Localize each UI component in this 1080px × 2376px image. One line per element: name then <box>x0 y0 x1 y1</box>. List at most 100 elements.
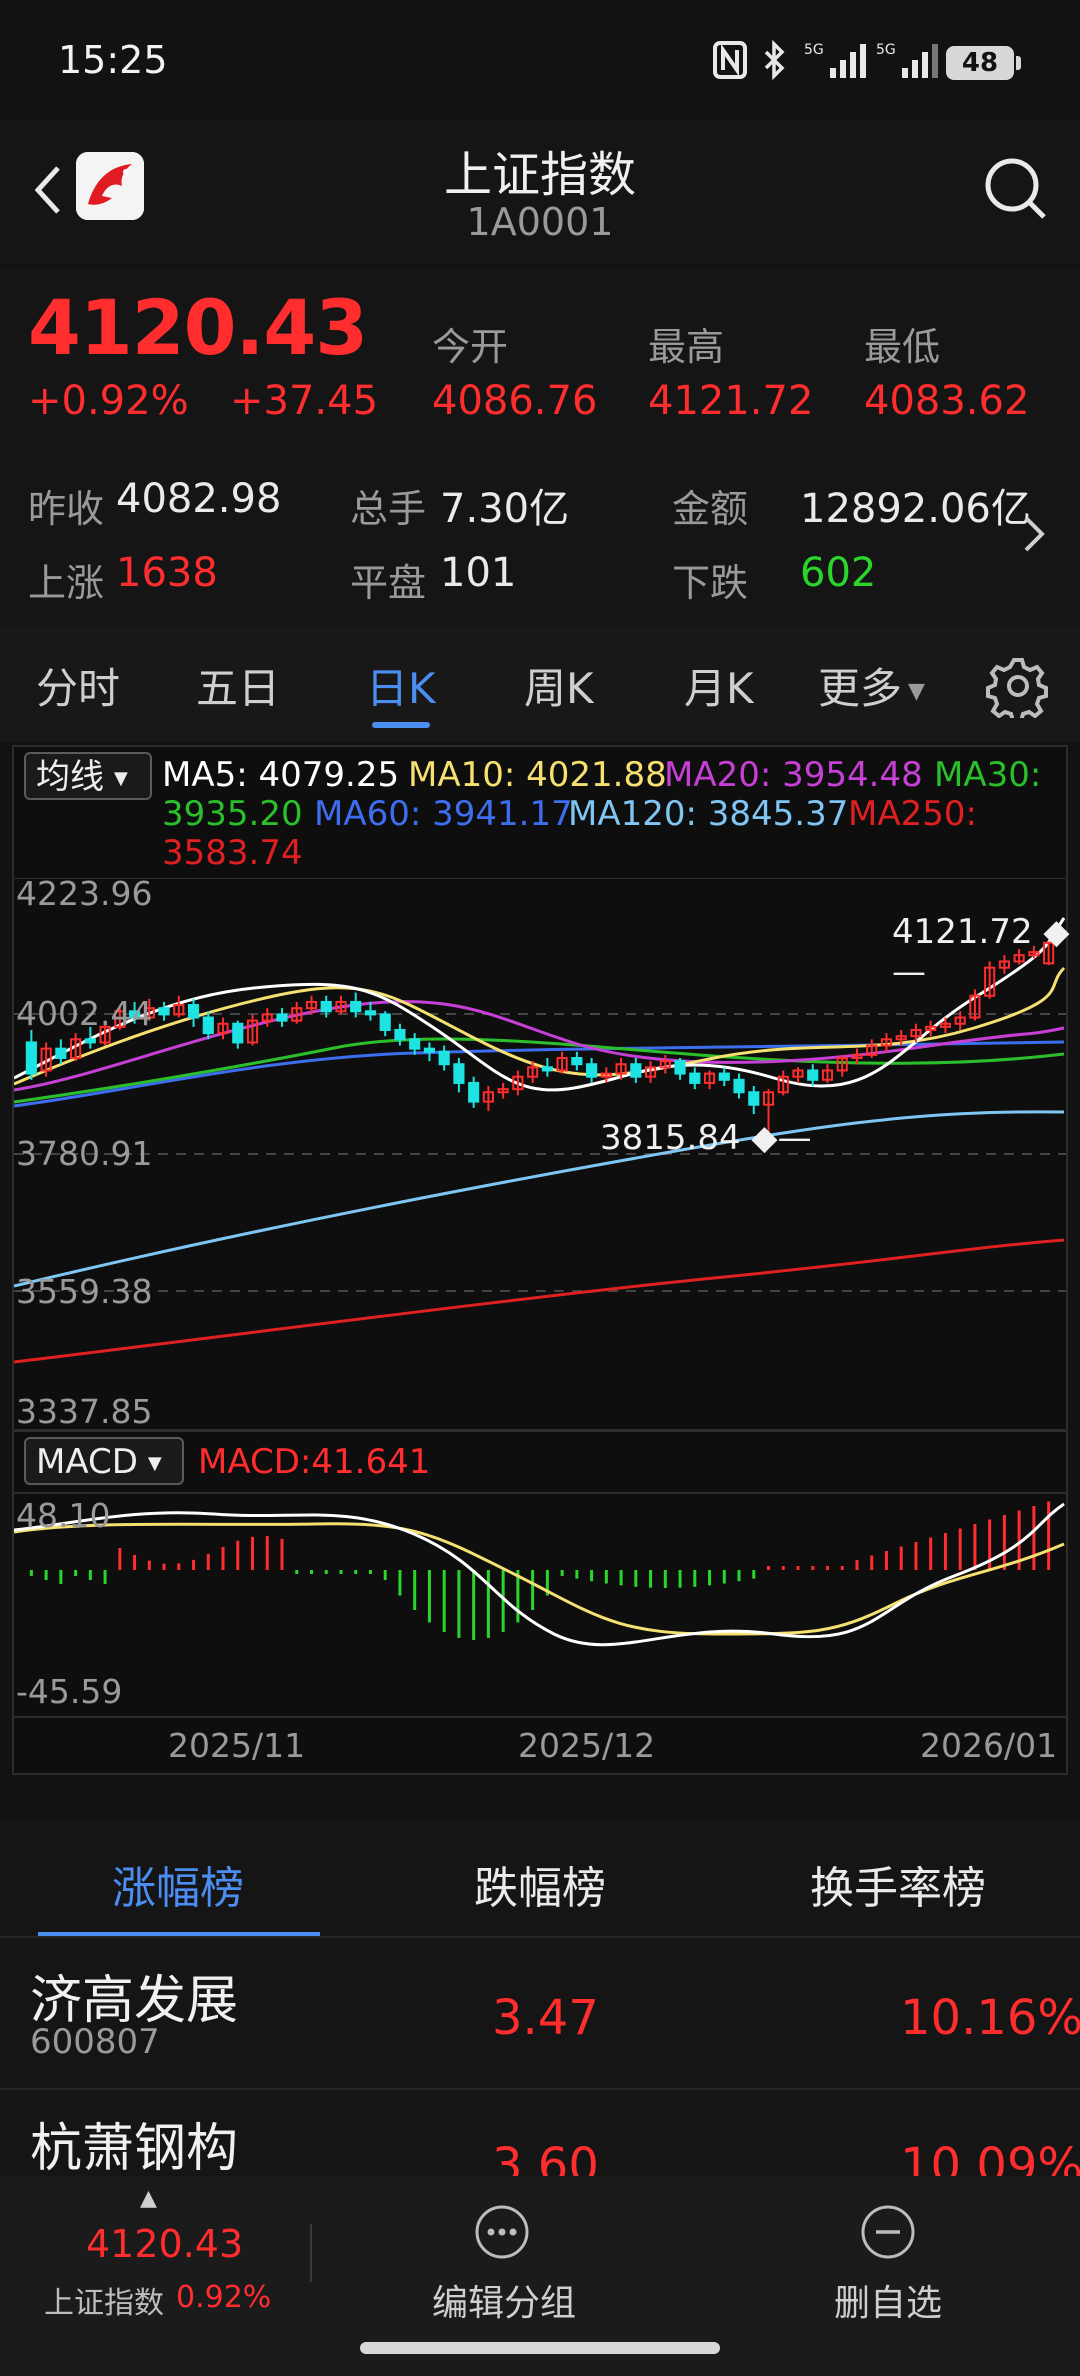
tab-more[interactable]: 更多 ▼ <box>818 655 925 716</box>
macd-bar <box>840 1566 844 1570</box>
ma10-value: MA10: 4021.88 <box>408 755 667 795</box>
ma-selector[interactable]: 均线 ▼ <box>24 752 152 800</box>
page-title: 上证指数 <box>443 147 636 203</box>
candle-body <box>689 1072 701 1084</box>
tab-more-label: 更多 <box>818 664 903 713</box>
candle-body <box>394 1028 406 1041</box>
high-value: 4121.72 <box>648 378 814 424</box>
ma5-value: MA5: 4079.25 <box>162 755 400 795</box>
macd-bar <box>560 1570 564 1576</box>
candle-body <box>541 1066 553 1072</box>
tab-top-gainers[interactable]: 涨幅榜 <box>112 1852 244 1916</box>
macd-bar <box>133 1554 137 1570</box>
table-row[interactable]: 杭萧钢构 3.60 10.09% <box>0 2090 1080 2178</box>
candle-body <box>409 1038 421 1050</box>
x-axis-line <box>12 1716 1068 1718</box>
macd-bar <box>368 1570 372 1574</box>
macd-bar <box>383 1570 387 1580</box>
low-value: 4083.62 <box>864 378 1030 424</box>
nfc-icon <box>712 40 748 80</box>
max-price-value: 4121.72 <box>892 912 1033 952</box>
home-indicator[interactable] <box>360 2342 720 2354</box>
candle-body <box>748 1091 760 1106</box>
candle-body <box>423 1047 435 1053</box>
tab-daily-k[interactable]: 日K <box>366 655 436 716</box>
ma250-line <box>14 1238 1065 1364</box>
candle-body <box>718 1072 730 1081</box>
index-code: 1A0001 <box>466 200 614 244</box>
macd-bar <box>339 1570 343 1574</box>
tab-weekly-k[interactable]: 周K <box>524 655 594 716</box>
candle-body <box>807 1069 819 1081</box>
candle-body <box>350 1000 362 1013</box>
macd-bar <box>413 1570 417 1610</box>
caret-down-icon: ▼ <box>147 1452 162 1474</box>
candle-body <box>733 1078 745 1094</box>
change-percent: +0.92% <box>28 378 189 424</box>
expand-arrow-icon[interactable] <box>1018 510 1050 558</box>
status-time: 15:25 <box>58 38 168 82</box>
current-price: 4120.43 <box>28 283 368 372</box>
macd-bar <box>663 1570 667 1588</box>
mini-index-pct: 0.92% <box>176 2280 272 2315</box>
macd-bar <box>899 1546 903 1570</box>
candle-body <box>187 1004 200 1019</box>
stock-price: 3.47 <box>492 1990 599 2046</box>
edit-group-label: 编辑分组 <box>432 2283 577 2324</box>
caret-up-icon[interactable]: ▲ <box>140 2186 157 2211</box>
prev-close-label: 昨收 <box>28 487 105 531</box>
tab-turnover-rate[interactable]: 换手率榜 <box>810 1852 986 1916</box>
macd-bar <box>825 1566 829 1570</box>
candle-body <box>630 1063 642 1078</box>
macd-bar <box>221 1546 225 1570</box>
edit-group-button[interactable]: 编辑分组 <box>390 2198 620 2348</box>
y-axis-label-1: 4223.96 <box>16 874 153 913</box>
macd-bar <box>649 1570 653 1588</box>
macd-bar <box>398 1570 402 1596</box>
macd-selector[interactable]: MACD ▼ <box>24 1437 184 1485</box>
macd-bar <box>855 1560 859 1570</box>
ma120-line <box>14 1110 1065 1288</box>
macd-bar <box>722 1570 726 1584</box>
volume-label: 总手 <box>350 487 427 531</box>
ma60-value: MA60: 3941.17 <box>314 794 573 834</box>
macd-bar <box>943 1533 947 1570</box>
macd-bar <box>442 1570 446 1632</box>
tab-top-losers[interactable]: 跌幅榜 <box>474 1852 606 1916</box>
macd-bar <box>884 1551 888 1570</box>
macd-bar <box>29 1570 33 1576</box>
ma30-label: MA30: <box>934 755 1042 795</box>
candle-body <box>84 1038 96 1044</box>
macd-plot <box>14 1501 1065 1647</box>
tab-intraday[interactable]: 分时 <box>36 655 120 716</box>
divider <box>310 2224 312 2282</box>
y-axis-label-5: 3337.85 <box>16 1392 153 1431</box>
stock-price: 3.60 <box>492 2138 599 2178</box>
search-icon[interactable] <box>982 155 1050 223</box>
candle-body <box>202 1016 214 1035</box>
macd-high-label: 48.10 <box>16 1496 111 1535</box>
macd-bar <box>590 1570 594 1582</box>
y-axis-label-3: 3780.91 <box>16 1134 153 1173</box>
candle-body <box>438 1050 450 1066</box>
remove-favorite-button[interactable]: 删自选 <box>790 2198 990 2348</box>
decline-value: 602 <box>800 550 877 596</box>
tab-monthly-k[interactable]: 月K <box>684 655 754 716</box>
stock-change-pct: 10.09% <box>900 2138 1080 2178</box>
macd-bar <box>678 1570 682 1588</box>
stock-change-pct: 10.16% <box>900 1990 1080 2046</box>
macd-bar <box>44 1570 48 1580</box>
candle-body <box>25 1041 37 1075</box>
advance-value: 1638 <box>116 550 218 596</box>
macd-bar <box>486 1570 490 1638</box>
tab-five-day[interactable]: 五日 <box>196 655 280 716</box>
more-dots-icon <box>474 2204 530 2264</box>
mini-index-name: 上证指数 <box>44 2286 164 2321</box>
candle-body <box>158 1007 170 1016</box>
ma20-value: MA20: 3954.48 <box>664 755 923 795</box>
macd-bar <box>74 1570 78 1576</box>
low-label: 最低 <box>864 325 941 369</box>
settings-gear-icon[interactable] <box>986 654 1050 723</box>
candle-body <box>320 1000 332 1013</box>
macd-bar <box>427 1570 431 1623</box>
